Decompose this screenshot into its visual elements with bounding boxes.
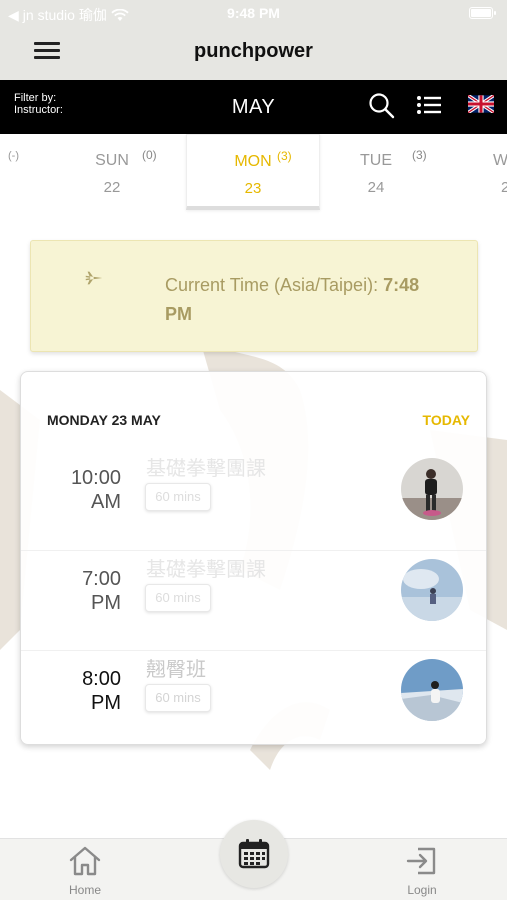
filter-bar: Filter by: Instructor: MAY (0, 80, 507, 134)
class-count: (3) (277, 149, 292, 163)
class-duration: 60 mins (145, 483, 211, 511)
class-time: 8:00 PM (82, 668, 121, 714)
class-duration: 60 mins (145, 684, 211, 712)
day-number: 23 (244, 180, 262, 197)
day-tuesday[interactable]: TUE 24 (3) (330, 134, 427, 210)
day-selector: (-) SUN 22 (0) MON 23 (3) TUE 24 (3) W 2 (0, 134, 507, 210)
app-header: punchpower (0, 28, 507, 80)
day-name: W (493, 152, 507, 169)
class-name: 翹臀班 (146, 657, 206, 681)
search-icon[interactable] (368, 92, 396, 120)
day-sunday[interactable]: SUN 22 (0) (64, 134, 160, 210)
day-number: 2 (501, 179, 507, 196)
today-button[interactable]: TODAY (423, 412, 470, 428)
plane-icon (85, 271, 103, 285)
class-time: 7:00 PM (82, 568, 121, 614)
class-name: 基礎拳擊團課 (146, 557, 266, 581)
prev-day-count[interactable]: (-) (8, 150, 19, 162)
instructor-avatar (401, 458, 463, 520)
class-count: (3) (412, 148, 427, 162)
current-time-text: Current Time (Asia/Taipei): 7:48 PM (165, 271, 465, 329)
class-row[interactable]: 8:00 PM 翹臀班 60 mins (21, 650, 486, 750)
tab-home[interactable]: Home (45, 839, 125, 900)
day-number: 24 (367, 179, 385, 196)
battery-icon (469, 7, 496, 19)
current-time-banner: Current Time (Asia/Taipei): 7:48 PM (30, 240, 478, 352)
day-wednesday[interactable]: W 2 (488, 134, 507, 210)
status-time: 9:48 PM (227, 5, 280, 21)
status-bar: ◀ jn studio 瑜伽 9:48 PM (0, 0, 507, 28)
day-number: 22 (103, 179, 121, 196)
day-name: MON (234, 153, 272, 170)
day-name: TUE (360, 152, 392, 169)
instructor-avatar (401, 559, 463, 621)
calendar-icon (238, 839, 270, 869)
class-row[interactable]: 10:00 AM 基礎拳擊團課 60 mins (21, 450, 486, 550)
current-time-label: Current Time (Asia/Taipei): (165, 275, 379, 295)
instructor-avatar (401, 659, 463, 721)
home-icon (69, 846, 101, 876)
schedule-date: MONDAY 23 MAY (47, 412, 161, 428)
login-icon (406, 847, 436, 875)
list-icon[interactable] (416, 94, 442, 116)
schedule-card: MONDAY 23 MAY TODAY 10:00 AM 基礎拳擊團課 60 mi… (20, 371, 487, 745)
tab-login-label: Login (407, 883, 437, 897)
uk-flag-icon[interactable] (468, 95, 494, 113)
tab-login[interactable]: Login (382, 839, 462, 900)
class-row[interactable]: 7:00 PM 基礎拳擊團課 60 mins (21, 550, 486, 650)
app-title: punchpower (194, 40, 313, 62)
class-count: (0) (142, 148, 157, 162)
class-duration: 60 mins (145, 584, 211, 612)
calendar-button[interactable] (220, 820, 288, 888)
class-name: 基礎拳擊團課 (146, 456, 266, 480)
tab-home-label: Home (68, 883, 101, 897)
class-time: 10:00 AM (70, 467, 121, 513)
day-monday[interactable]: MON 23 (3) (186, 134, 320, 210)
